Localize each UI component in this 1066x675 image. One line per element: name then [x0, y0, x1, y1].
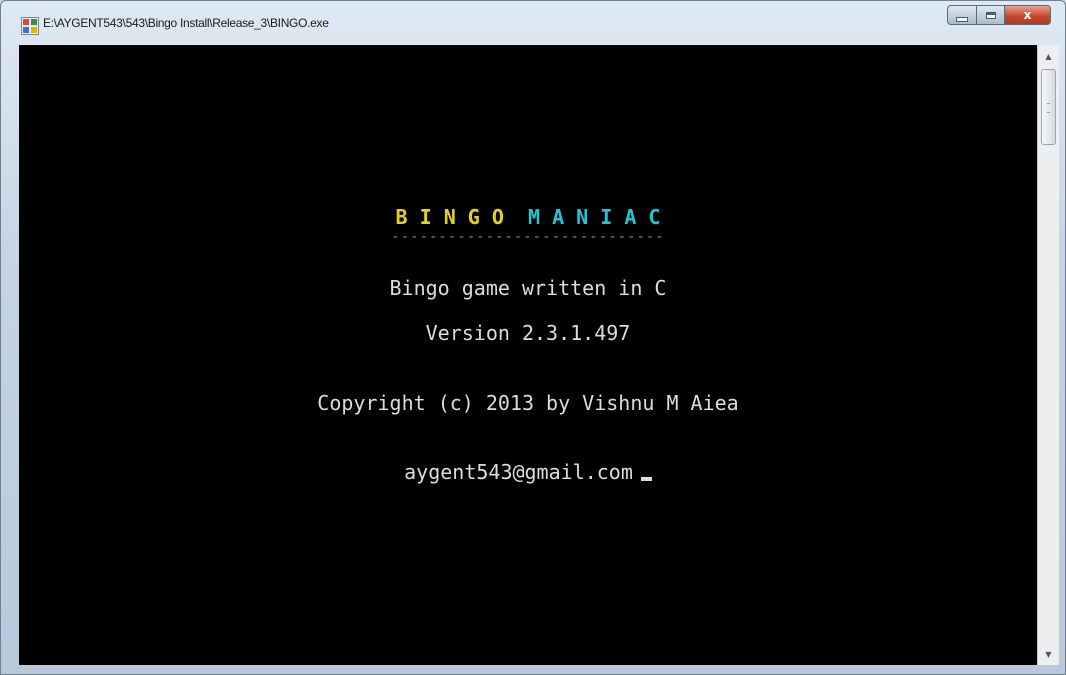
email-line: aygent543@gmail.com: [19, 460, 1037, 484]
version-line: Version 2.3.1.497: [425, 321, 631, 345]
window-controls: x: [947, 5, 1051, 25]
title-maniac: M A N I A C: [528, 205, 661, 229]
text-cursor: [640, 477, 652, 481]
console-window: E:\AYGENT543\543\Bingo Install\Release_3…: [0, 0, 1066, 675]
app-icon[interactable]: [21, 17, 39, 35]
maximize-button[interactable]: [977, 5, 1005, 25]
grip-icon: [1047, 103, 1050, 113]
title-bingo: B I N G O: [395, 205, 504, 229]
title-underline: -----------------------------: [391, 229, 665, 245]
game-title: B I N G O M A N I A C: [19, 205, 1037, 229]
window-title: E:\AYGENT543\543\Bingo Install\Release_3…: [43, 16, 329, 30]
arrow-up-icon[interactable]: ▲: [1038, 47, 1059, 65]
title-bar[interactable]: E:\AYGENT543\543\Bingo Install\Release_3…: [1, 1, 1065, 45]
arrow-down-icon[interactable]: ▼: [1038, 645, 1059, 663]
maximize-icon: [985, 11, 996, 19]
vertical-scrollbar[interactable]: ▲ ▼: [1037, 45, 1059, 665]
scrollbar-thumb[interactable]: [1041, 69, 1056, 145]
minimize-icon: [956, 16, 968, 22]
copyright-line: Copyright (c) 2013 by Vishnu M Aiea: [317, 391, 739, 415]
description-line: Bingo game written in C: [389, 276, 667, 300]
minimize-button[interactable]: [947, 5, 977, 25]
console-area[interactable]: B I N G O M A N I A C ------------------…: [19, 45, 1037, 665]
close-icon: x: [1023, 8, 1032, 22]
email-text: aygent543@gmail.com: [404, 460, 633, 484]
close-button[interactable]: x: [1005, 5, 1051, 25]
